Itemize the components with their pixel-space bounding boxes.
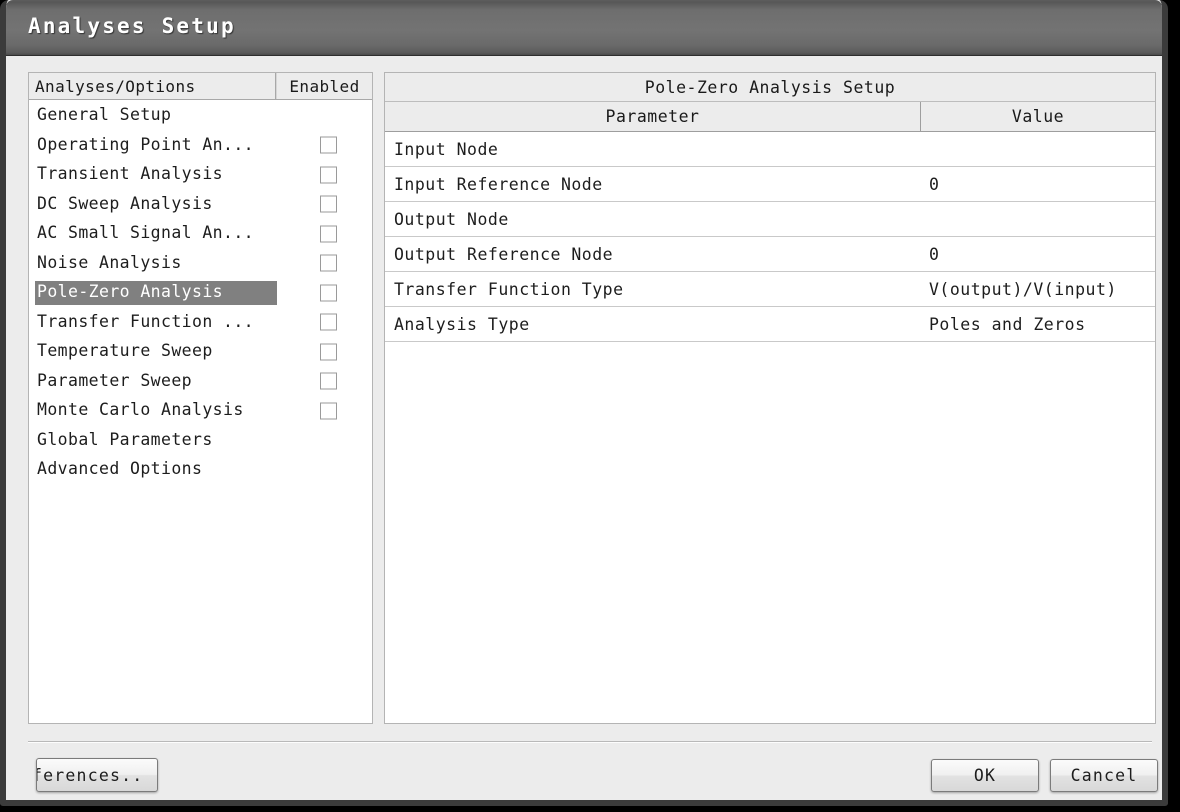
analyses-list-item-label: Transfer Function ...: [37, 311, 255, 331]
parameter-name: Output Reference Node: [394, 244, 614, 264]
analyses-setup-window: Analyses Setup Analyses/Options Enabled …: [0, 0, 1168, 806]
analyses-list-item-label: DC Sweep Analysis: [37, 193, 213, 213]
analyses-list-item-label: Temperature Sweep: [37, 341, 213, 360]
analyses-list-item[interactable]: DC Sweep Analysis: [29, 190, 372, 220]
parameter-value[interactable]: V(output)/V(input): [921, 280, 1155, 299]
analysis-setup-title: Pole-Zero Analysis Setup: [385, 73, 1155, 102]
dialog-client-area: Analyses/Options Enabled General Setup Op…: [12, 56, 1162, 800]
analyses-list-item[interactable]: General Setup: [29, 101, 372, 131]
column-header-analyses-options[interactable]: Analyses/Options: [29, 73, 276, 99]
parameter-value[interactable]: 0: [921, 245, 1155, 264]
preferences-button[interactable]: Preferences..: [36, 758, 158, 792]
enabled-checkbox[interactable]: [320, 136, 337, 154]
enabled-checkbox[interactable]: [320, 372, 337, 390]
enabled-checkbox[interactable]: [320, 343, 337, 361]
analyses-list-item-label: Global Parameters: [37, 429, 213, 449]
analyses-list-item[interactable]: Monte Carlo Analysis: [29, 396, 372, 426]
analyses-list-item[interactable]: Temperature Sweep: [29, 337, 372, 367]
enabled-checkbox[interactable]: [320, 225, 337, 243]
analyses-list-item[interactable]: Operating Point An...: [29, 131, 372, 161]
analyses-list-item[interactable]: Advanced Options: [29, 455, 372, 485]
analyses-list-item-label: General Setup: [37, 105, 172, 124]
parameter-row[interactable]: Analysis Type Poles and Zeros: [385, 307, 1155, 342]
desktop-background-right: [1168, 0, 1180, 812]
parameter-name: Input Reference Node: [394, 174, 603, 194]
parameter-table-body: Input Node Input Reference Node 0 Output No…: [385, 132, 1155, 342]
parameter-row[interactable]: Transfer Function Type V(output)/V(input): [385, 272, 1155, 307]
parameter-name: Output Node: [394, 209, 509, 229]
enabled-checkbox[interactable]: [320, 195, 337, 213]
analysis-setup-panel: Pole-Zero Analysis Setup Parameter Value…: [384, 72, 1156, 724]
parameter-table-header: Parameter Value: [385, 102, 1155, 132]
analyses-list-header: Analyses/Options Enabled: [29, 73, 372, 100]
parameter-row[interactable]: Output Node: [385, 202, 1155, 237]
enabled-checkbox[interactable]: [320, 313, 337, 331]
analyses-list-item[interactable]: AC Small Signal An...: [29, 219, 372, 249]
cancel-button-label: Cancel: [1070, 766, 1138, 785]
analyses-list-item[interactable]: Transient Analysis: [29, 160, 372, 190]
parameter-name: Transfer Function Type: [394, 279, 624, 299]
window-titlebar[interactable]: Analyses Setup: [6, 0, 1162, 56]
enabled-checkbox[interactable]: [320, 284, 337, 302]
enabled-checkbox[interactable]: [320, 254, 337, 272]
column-header-enabled[interactable]: Enabled: [276, 73, 372, 99]
analyses-list-item[interactable]: Global Parameters: [29, 426, 372, 456]
parameter-value[interactable]: Poles and Zeros: [921, 315, 1155, 334]
list-column-divider: [281, 100, 282, 723]
analyses-list-item[interactable]: Noise Analysis: [29, 249, 372, 279]
parameter-name: Analysis Type: [394, 314, 530, 334]
analyses-list-item[interactable]: Transfer Function ...: [29, 308, 372, 338]
window-title: Analyses Setup: [28, 14, 236, 38]
analyses-list: General Setup Operating Point An... Transi…: [29, 100, 372, 485]
analyses-list-item[interactable]: Parameter Sweep: [29, 367, 372, 397]
parameter-row[interactable]: Input Reference Node 0: [385, 167, 1155, 202]
ok-button[interactable]: OK: [931, 759, 1039, 792]
analyses-list-item-label: Pole-Zero Analysis: [35, 281, 277, 305]
enabled-checkbox[interactable]: [320, 166, 337, 184]
analyses-list-item[interactable]: Pole-Zero Analysis: [29, 278, 372, 308]
column-header-value[interactable]: Value: [921, 102, 1155, 131]
parameter-row[interactable]: Output Reference Node 0: [385, 237, 1155, 272]
analyses-list-item-label: Noise Analysis: [37, 252, 182, 272]
desktop-background-bottom: [0, 806, 1180, 812]
analyses-list-item-label: Operating Point An...: [37, 134, 255, 154]
analyses-list-item-label: Transient Analysis: [37, 164, 224, 183]
analyses-options-panel: Analyses/Options Enabled General Setup Op…: [28, 72, 373, 724]
parameter-value[interactable]: 0: [921, 175, 1155, 194]
parameter-name: Input Node: [394, 139, 499, 159]
ok-button-label: OK: [973, 766, 997, 785]
enabled-checkbox[interactable]: [320, 402, 337, 420]
cancel-button[interactable]: Cancel: [1050, 759, 1158, 792]
analyses-list-item-label: Advanced Options: [37, 459, 203, 478]
preferences-button-label: Preferences..: [37, 765, 144, 785]
parameter-row[interactable]: Input Node: [385, 132, 1155, 167]
column-header-parameter[interactable]: Parameter: [385, 102, 921, 131]
analyses-list-item-label: AC Small Signal An...: [37, 223, 255, 242]
footer-separator: [28, 741, 1152, 743]
analyses-list-item-label: Monte Carlo Analysis: [37, 400, 244, 419]
analyses-list-item-label: Parameter Sweep: [37, 370, 193, 390]
